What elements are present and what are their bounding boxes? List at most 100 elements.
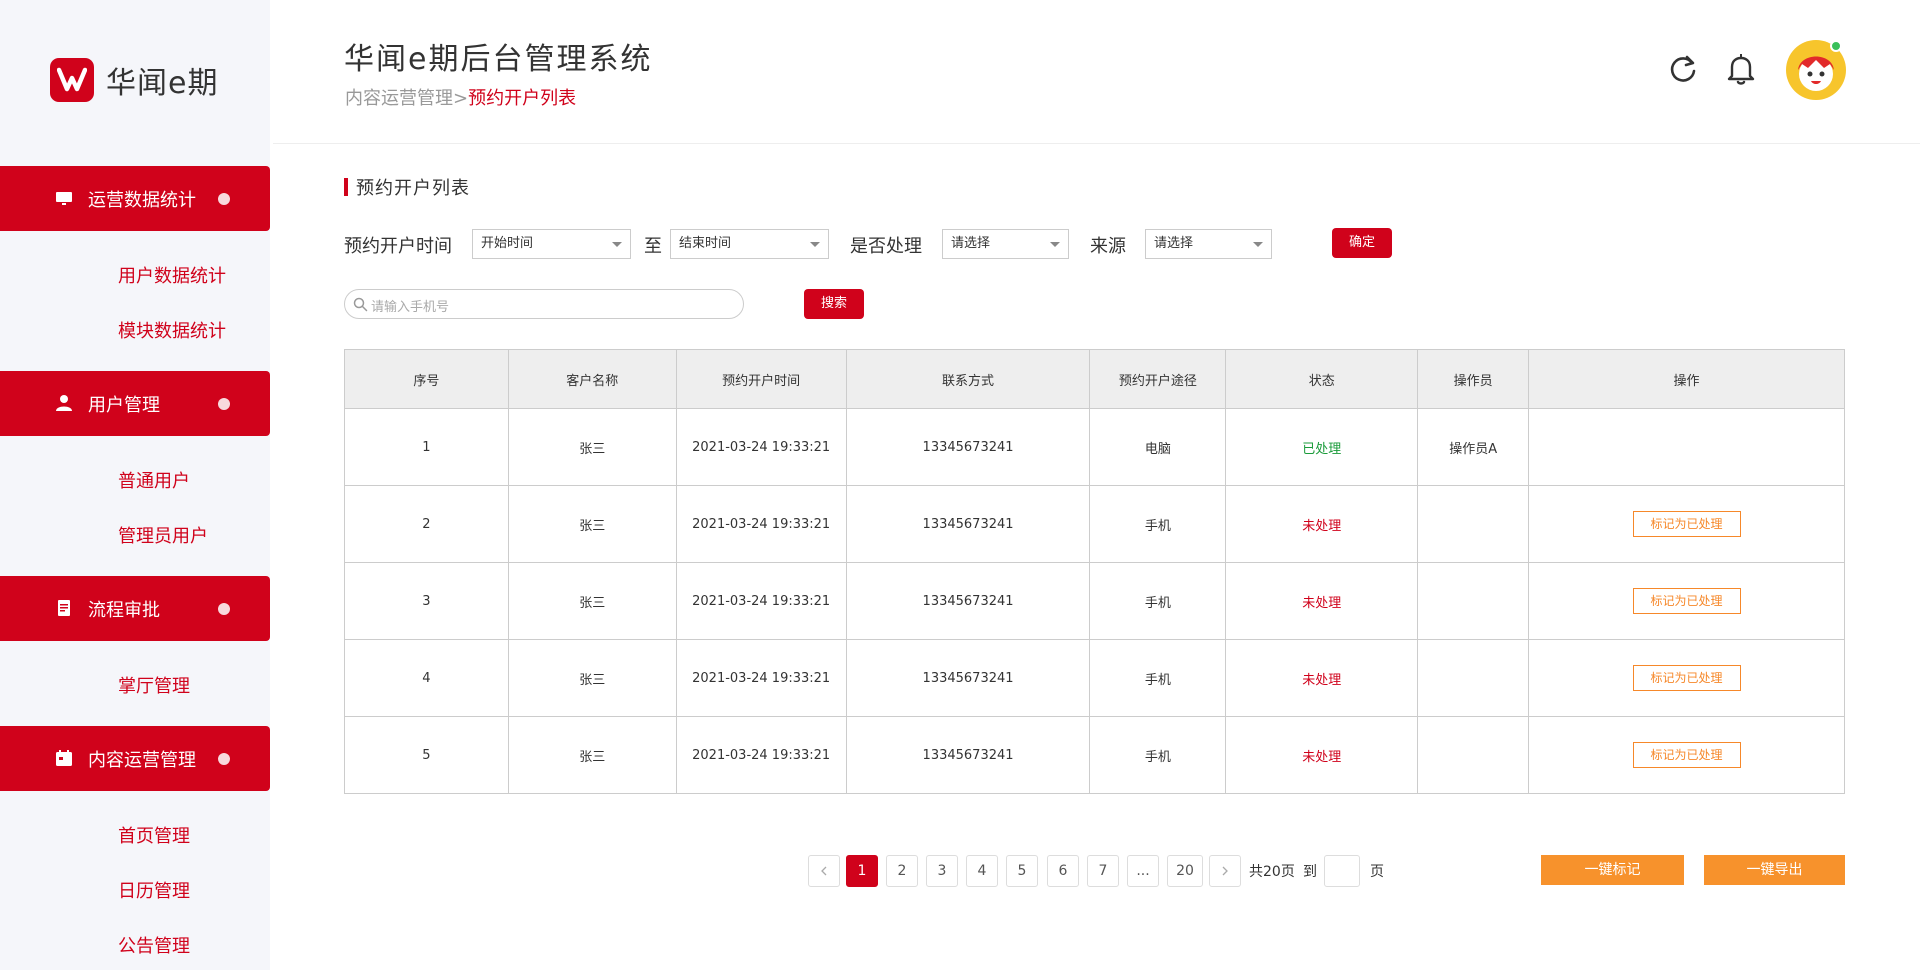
- search-placeholder: 请输入手机号: [371, 300, 450, 315]
- refresh-icon[interactable]: [1668, 54, 1698, 84]
- chevron-down-icon: [612, 242, 622, 247]
- total-pages-text: 共20页: [1249, 864, 1295, 880]
- time-filter-label: 预约开户时间: [344, 236, 452, 257]
- confirm-button[interactable]: 确定: [1332, 228, 1392, 258]
- search-icon: [353, 297, 368, 312]
- cell-operator: [1417, 485, 1530, 563]
- cell-channel: 手机: [1089, 562, 1227, 640]
- sidebar-group-content-ops[interactable]: 内容运营管理: [0, 726, 270, 791]
- column-header-action: 操作: [1528, 349, 1845, 409]
- processed-filter-label: 是否处理: [850, 236, 922, 257]
- page-button-4[interactable]: 4: [966, 855, 998, 887]
- sidebar-item-calendar-management[interactable]: 日历管理: [118, 877, 190, 903]
- expand-dot-icon: [218, 602, 230, 615]
- page-button-3[interactable]: 3: [926, 855, 958, 887]
- source-select[interactable]: 请选择: [1145, 229, 1272, 259]
- sidebar-group-label: 内容运营管理: [88, 749, 196, 771]
- header-divider: [273, 143, 1920, 144]
- calendar-icon: [56, 750, 72, 766]
- bell-icon[interactable]: [1726, 52, 1756, 86]
- chevron-right-icon: [1222, 866, 1228, 876]
- page-button-1[interactable]: 1: [846, 855, 878, 887]
- expand-dot-icon: [218, 752, 230, 765]
- mark-processed-button[interactable]: 标记为已处理: [1632, 511, 1741, 537]
- cell-index: 1: [344, 408, 509, 486]
- cell-index: 2: [344, 485, 509, 563]
- cell-name: 张三: [507, 639, 677, 717]
- cell-operator: 操作员A: [1417, 408, 1530, 486]
- table-header-row: 序号 客户名称 预约开户时间 联系方式 预约开户途径 状态 操作员 操作: [344, 349, 1845, 409]
- breadcrumb-current: 预约开户列表: [468, 88, 577, 109]
- cell-phone: 13345673241: [845, 485, 1091, 563]
- sidebar-item-user-stats[interactable]: 用户数据统计: [118, 262, 226, 288]
- brand-logo[interactable]: 华闻e期: [50, 58, 218, 102]
- end-time-select[interactable]: 结束时间: [670, 229, 829, 259]
- mark-processed-button[interactable]: 标记为已处理: [1632, 742, 1741, 768]
- cell-action: [1528, 408, 1845, 486]
- start-time-select[interactable]: 开始时间: [472, 229, 631, 259]
- processed-select[interactable]: 请选择: [942, 229, 1069, 259]
- sidebar-group-operations-stats[interactable]: 运营数据统计: [0, 166, 270, 231]
- sidebar-item-normal-users[interactable]: 普通用户: [118, 467, 190, 493]
- chevron-down-icon: [810, 242, 820, 247]
- table-row: 5 张三 2021-03-24 19:33:21 13345673241 手机 …: [344, 716, 1845, 794]
- cell-channel: 电脑: [1089, 408, 1227, 486]
- mark-all-button[interactable]: 一键标记: [1541, 855, 1684, 885]
- sidebar-item-hall-management[interactable]: 掌厅管理: [118, 672, 190, 698]
- breadcrumb-parent[interactable]: 内容运营管理: [345, 88, 453, 109]
- logo-icon: [50, 58, 94, 102]
- cell-time: 2021-03-24 19:33:21: [675, 562, 847, 640]
- cell-phone: 13345673241: [845, 716, 1091, 794]
- page-title: 华闻e期后台管理系统: [344, 42, 653, 77]
- start-time-placeholder: 开始时间: [481, 236, 534, 251]
- cell-index: 5: [344, 716, 509, 794]
- page-ellipsis[interactable]: ...: [1127, 855, 1159, 887]
- sidebar: 华闻e期 运营数据统计 用户数据统计 模块数据统计 用户管理 普通用户 管理员用…: [0, 0, 270, 970]
- column-header-index: 序号: [344, 349, 509, 409]
- cell-name: 张三: [507, 716, 677, 794]
- user-icon: [56, 395, 72, 411]
- page-button-2[interactable]: 2: [886, 855, 918, 887]
- cell-name: 张三: [507, 562, 677, 640]
- document-icon: [58, 600, 70, 616]
- sidebar-item-admin-users[interactable]: 管理员用户: [118, 522, 208, 548]
- mark-processed-button[interactable]: 标记为已处理: [1632, 665, 1741, 691]
- page-button-6[interactable]: 6: [1047, 855, 1079, 887]
- table-row: 2 张三 2021-03-24 19:33:21 13345673241 手机 …: [344, 485, 1845, 563]
- column-header-name: 客户名称: [507, 349, 677, 409]
- table-row: 3 张三 2021-03-24 19:33:21 13345673241 手机 …: [344, 562, 1845, 640]
- next-page-button[interactable]: [1209, 855, 1241, 887]
- cell-channel: 手机: [1089, 716, 1227, 794]
- sidebar-item-notice-management[interactable]: 公告管理: [118, 932, 190, 958]
- cell-status: 未处理: [1225, 716, 1419, 794]
- cell-status: 未处理: [1225, 485, 1419, 563]
- sidebar-item-module-stats[interactable]: 模块数据统计: [118, 317, 226, 343]
- reservation-table: 序号 客户名称 预约开户时间 联系方式 预约开户途径 状态 操作员 操作 1 张…: [344, 349, 1845, 794]
- cell-index: 3: [344, 562, 509, 640]
- mark-processed-button[interactable]: 标记为已处理: [1632, 588, 1741, 614]
- cell-phone: 13345673241: [845, 562, 1091, 640]
- cell-time: 2021-03-24 19:33:21: [675, 716, 847, 794]
- page-button-7[interactable]: 7: [1087, 855, 1119, 887]
- phone-search-input[interactable]: 请输入手机号: [344, 289, 744, 319]
- prev-page-button[interactable]: [808, 855, 840, 887]
- section-accent-bar: [344, 178, 348, 196]
- cell-operator: [1417, 716, 1530, 794]
- source-placeholder: 请选择: [1154, 236, 1194, 251]
- source-filter-label: 来源: [1090, 236, 1126, 257]
- online-status-dot: [1830, 40, 1842, 52]
- goto-page-input[interactable]: [1324, 855, 1360, 887]
- expand-dot-icon: [218, 397, 230, 410]
- page-suffix-label: 页: [1370, 864, 1384, 880]
- cell-status: 未处理: [1225, 562, 1419, 640]
- column-header-phone: 联系方式: [845, 349, 1091, 409]
- page-button-20[interactable]: 20: [1167, 855, 1203, 887]
- cell-action: 标记为已处理: [1528, 716, 1845, 794]
- sidebar-group-approval[interactable]: 流程审批: [0, 576, 270, 641]
- sidebar-item-home-management[interactable]: 首页管理: [118, 822, 190, 848]
- export-all-button[interactable]: 一键导出: [1704, 855, 1845, 885]
- page-button-5[interactable]: 5: [1006, 855, 1038, 887]
- sidebar-group-user-management[interactable]: 用户管理: [0, 371, 270, 436]
- search-button[interactable]: 搜索: [804, 289, 864, 319]
- column-header-status: 状态: [1225, 349, 1419, 409]
